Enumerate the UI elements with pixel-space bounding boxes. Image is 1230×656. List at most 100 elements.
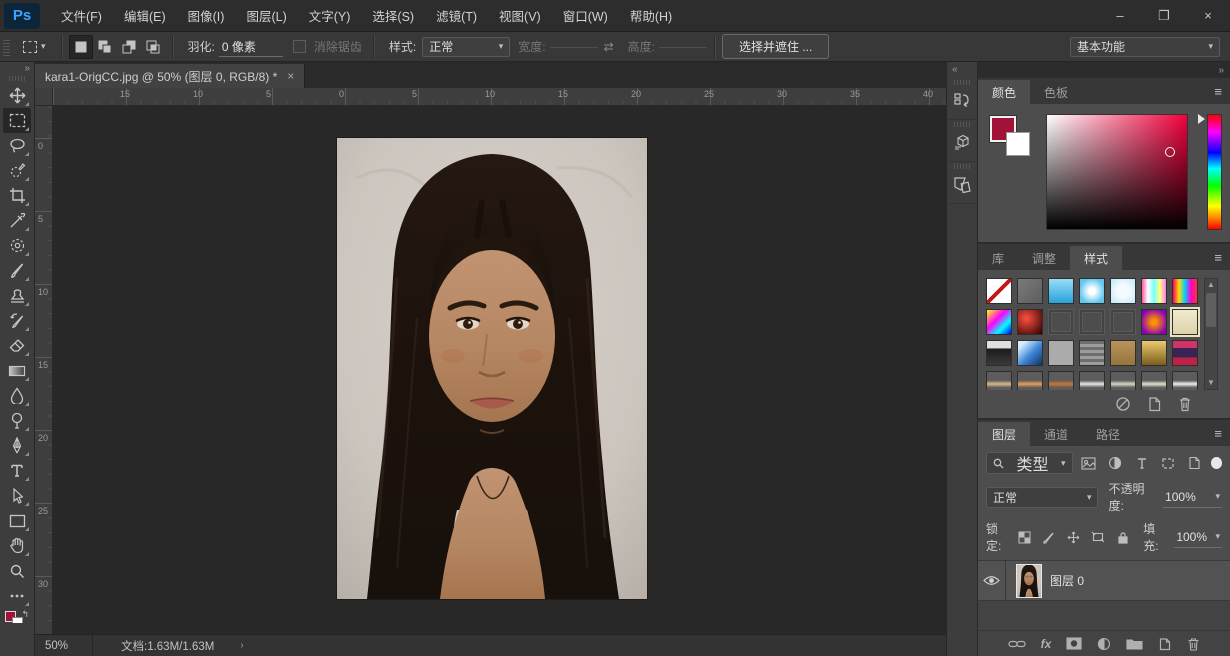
hue-slider[interactable] [1207, 114, 1222, 230]
style-swatch-gray-bevel[interactable] [1017, 278, 1043, 304]
3d-panel-button[interactable] [948, 120, 976, 162]
clone-stamp-tool[interactable] [3, 283, 31, 308]
collapse-panels-icon[interactable]: » [978, 62, 1230, 78]
style-swatch-blue-sun[interactable] [1079, 278, 1105, 304]
history-brush-tool[interactable] [3, 308, 31, 333]
style-swatch-cream-frame[interactable] [1172, 309, 1198, 335]
document-tab[interactable]: kara1-OrigCC.jpg @ 50% (图层 0, RGB/8) * × [35, 64, 305, 88]
canvas-pasteboard[interactable] [53, 106, 946, 634]
filter-adjustment-layers-icon[interactable] [1105, 453, 1125, 473]
style-swatch-empty-2[interactable] [1079, 309, 1105, 335]
panel-menu-icon[interactable]: ≡ [1214, 84, 1222, 99]
lock-all-icon[interactable] [1114, 527, 1132, 547]
styles-scrollbar[interactable]: ▲ ▼ [1204, 278, 1218, 390]
lasso-tool[interactable] [3, 133, 31, 158]
style-swatch-strip-7[interactable] [1172, 371, 1198, 390]
layer-style-fx-button[interactable]: fx [1041, 637, 1052, 651]
panel-menu-icon[interactable]: ≡ [1214, 426, 1222, 441]
vertical-ruler[interactable]: 051015202530 [35, 106, 53, 634]
brush-tool[interactable] [3, 258, 31, 283]
options-grip[interactable] [3, 38, 10, 56]
menu-item-8[interactable]: 窗口(W) [552, 0, 619, 31]
style-swatch-strip-1[interactable] [986, 371, 1012, 390]
toolbar-expand-icon[interactable]: » [24, 62, 34, 76]
menu-item-9[interactable]: 帮助(H) [619, 0, 683, 31]
tab-channels[interactable]: 通道 [1030, 422, 1082, 446]
style-swatch-orange-purple[interactable] [1141, 309, 1167, 335]
scrollbar-thumb[interactable] [1206, 293, 1216, 327]
selection-add-button[interactable] [93, 35, 117, 59]
style-swatch-rainbow-radial[interactable] [986, 309, 1012, 335]
notes-panel-button[interactable] [948, 162, 976, 204]
move-tool[interactable] [3, 83, 31, 108]
menu-item-1[interactable]: 编辑(E) [113, 0, 177, 31]
lock-pixels-icon[interactable] [1040, 527, 1058, 547]
gradient-tool[interactable] [3, 358, 31, 383]
tab-color[interactable]: 颜色 [978, 80, 1030, 104]
menu-item-2[interactable]: 图像(I) [177, 0, 236, 31]
panel-menu-icon[interactable]: ≡ [1214, 250, 1222, 265]
style-swatch-rainbow-stripes[interactable] [1172, 278, 1198, 304]
zoom-tool[interactable] [3, 558, 31, 583]
lock-position-icon[interactable] [1065, 527, 1083, 547]
new-group-button[interactable] [1126, 637, 1143, 650]
menu-item-5[interactable]: 选择(S) [361, 0, 425, 31]
toolbar-grip[interactable] [9, 76, 25, 81]
style-swatch-gold[interactable] [1141, 340, 1167, 366]
menu-item-6[interactable]: 滤镜(T) [425, 0, 488, 31]
style-swatch-empty-1[interactable] [1048, 309, 1074, 335]
ruler-origin-corner[interactable] [35, 88, 53, 106]
status-options-arrow[interactable]: › [240, 640, 243, 651]
saturation-brightness-field[interactable] [1046, 114, 1188, 230]
dodge-tool[interactable] [3, 408, 31, 433]
filter-type-layers-icon[interactable] [1131, 453, 1151, 473]
spot-healing-brush-tool[interactable] [3, 233, 31, 258]
style-swatch-strip-5[interactable] [1110, 371, 1136, 390]
color-sample-marker[interactable] [1165, 147, 1175, 157]
tab-close-icon[interactable]: × [287, 69, 294, 83]
style-swatch-blue-shine[interactable] [1017, 340, 1043, 366]
selection-new-button[interactable] [69, 35, 93, 59]
opacity-dropdown[interactable]: 100% ▾ [1163, 487, 1222, 508]
layer-visibility-cell[interactable] [978, 561, 1006, 600]
eyedropper-tool[interactable] [3, 208, 31, 233]
menu-item-7[interactable]: 视图(V) [488, 0, 552, 31]
tab-adjustments[interactable]: 调整 [1018, 246, 1070, 270]
rectangle-tool[interactable] [3, 508, 31, 533]
lock-transparency-icon[interactable] [1015, 527, 1033, 547]
blend-mode-dropdown[interactable]: 正常 ▾ [986, 487, 1098, 508]
style-swatch-tan[interactable] [1110, 340, 1136, 366]
background-color-swatch[interactable] [1006, 132, 1030, 156]
add-layer-mask-button[interactable] [1066, 637, 1082, 650]
style-swatch-flat-gray[interactable] [1048, 340, 1074, 366]
layer-filter-dropdown[interactable]: 类型 ▾ [986, 452, 1073, 474]
workspace-dropdown[interactable]: 基本功能 ▾ [1070, 37, 1220, 57]
add-adjustment-layer-button[interactable] [1097, 637, 1111, 651]
eraser-tool[interactable] [3, 333, 31, 358]
delete-layer-button[interactable] [1187, 637, 1200, 651]
style-swatch-no-style[interactable] [986, 278, 1012, 304]
style-swatch-strip-3[interactable] [1048, 371, 1074, 390]
style-swatch-gray-lines[interactable] [1079, 340, 1105, 366]
style-swatch-strip-4[interactable] [1079, 371, 1105, 390]
filter-pixel-layers-icon[interactable] [1079, 453, 1099, 473]
swap-colors-icon[interactable]: ↰ [21, 609, 29, 620]
menu-item-0[interactable]: 文件(F) [50, 0, 113, 31]
filter-shape-layers-icon[interactable] [1158, 453, 1178, 473]
width-input[interactable] [550, 45, 598, 48]
menu-item-4[interactable]: 文字(Y) [298, 0, 362, 31]
tab-paths[interactable]: 路径 [1082, 422, 1134, 446]
document-image[interactable] [337, 138, 647, 599]
height-input[interactable] [659, 45, 707, 48]
type-tool[interactable] [3, 458, 31, 483]
layer-thumbnail[interactable] [1016, 564, 1042, 598]
crop-tool[interactable] [3, 183, 31, 208]
zoom-level-field[interactable]: 50% [35, 635, 93, 656]
style-swatch-red-blue-bands[interactable] [1172, 340, 1198, 366]
layer-name[interactable]: 图层 0 [1050, 572, 1084, 589]
hue-slider-marker[interactable] [1198, 114, 1205, 124]
selection-intersect-button[interactable] [141, 35, 165, 59]
style-swatch-rainbow-pastel[interactable] [1141, 278, 1167, 304]
tab-libraries[interactable]: 库 [978, 246, 1018, 270]
tab-layers[interactable]: 图层 [978, 422, 1030, 446]
